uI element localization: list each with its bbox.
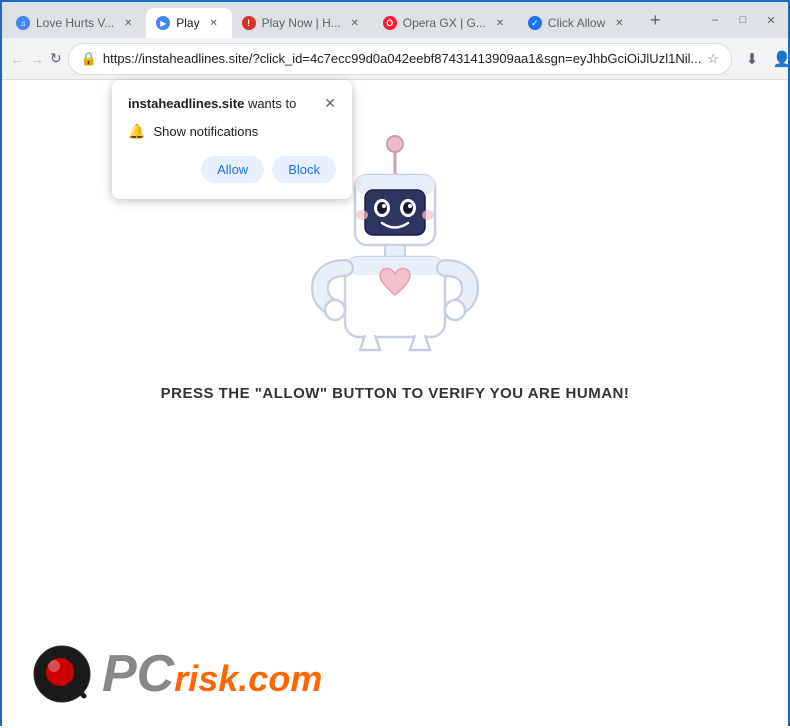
tab-close-3[interactable]: ✕ <box>347 15 363 31</box>
tab-favicon-4: O <box>383 16 397 30</box>
profile-button[interactable]: 👤 <box>768 45 790 73</box>
forward-button[interactable]: → <box>30 45 44 73</box>
bookmark-icon[interactable]: ☆ <box>707 51 719 67</box>
url-bar[interactable]: 🔒 https://instaheadlines.site/?click_id=… <box>68 43 732 75</box>
download-button[interactable]: ⬇ <box>738 45 766 73</box>
minimize-button[interactable]: – <box>702 7 728 33</box>
new-tab-button[interactable]: + <box>641 6 669 34</box>
tab-label-2: Play <box>176 16 199 30</box>
url-text: https://instaheadlines.site/?click_id=4c… <box>103 51 701 66</box>
tab-label-4: Opera GX | G... <box>403 16 486 30</box>
tab-click-allow[interactable]: ✓ Click Allow ✕ <box>518 8 637 38</box>
address-bar: ← → ↻ 🔒 https://instaheadlines.site/?cli… <box>2 38 788 80</box>
tab-opera[interactable]: O Opera GX | G... ✕ <box>373 8 518 38</box>
press-text: PRESS THE "ALLOW" BUTTON TO VERIFY YOU A… <box>161 385 630 402</box>
tab-close-5[interactable]: ✕ <box>611 15 627 31</box>
risk-text: risk.com <box>174 661 322 697</box>
tab-close-1[interactable]: ✕ <box>120 15 136 31</box>
pc-text: PC <box>102 648 174 700</box>
tab-favicon-1: ♫ <box>16 16 30 30</box>
tab-favicon-3: ! <box>242 16 256 30</box>
allow-button[interactable]: Allow <box>201 156 264 183</box>
tab-love-hurts[interactable]: ♫ Love Hurts V... ✕ <box>6 8 146 38</box>
bell-icon: 🔔 <box>128 123 145 140</box>
tab-close-2[interactable]: ✕ <box>206 15 222 31</box>
block-button[interactable]: Block <box>272 156 336 183</box>
window-close-button[interactable]: ✕ <box>758 7 784 33</box>
tab-close-4[interactable]: ✕ <box>492 15 508 31</box>
popup-wants-text: wants to <box>244 96 296 111</box>
popup-header: instaheadlines.site wants to ✕ <box>128 96 336 111</box>
lock-icon: 🔒 <box>81 51 97 67</box>
title-bar: ♫ Love Hurts V... ✕ ▶ Play ✕ ! Play Now … <box>2 2 788 38</box>
tab-label-5: Click Allow <box>548 16 605 30</box>
notification-popup: instaheadlines.site wants to ✕ 🔔 Show no… <box>112 80 352 199</box>
back-button[interactable]: ← <box>10 45 24 73</box>
tab-play[interactable]: ▶ Play ✕ <box>146 8 231 38</box>
popup-site-name: instaheadlines.site <box>128 96 244 111</box>
popup-title: instaheadlines.site wants to <box>128 96 296 111</box>
popup-notification-label: Show notifications <box>153 124 258 139</box>
refresh-button[interactable]: ↻ <box>50 45 62 73</box>
tab-favicon-2: ▶ <box>156 16 170 30</box>
popup-close-button[interactable]: ✕ <box>324 96 336 110</box>
pcrisk-footer: PCrisk.com <box>32 644 322 704</box>
tab-favicon-5: ✓ <box>528 16 542 30</box>
toolbar-icons: ⬇ 👤 ⋮ <box>738 45 790 73</box>
tab-play-now[interactable]: ! Play Now | H... ✕ <box>232 8 373 38</box>
popup-buttons: Allow Block <box>128 156 336 183</box>
tab-label-3: Play Now | H... <box>262 16 341 30</box>
pcrisk-text: PCrisk.com <box>102 648 322 700</box>
maximize-button[interactable]: □ <box>730 7 756 33</box>
popup-notification-row: 🔔 Show notifications <box>128 123 336 140</box>
pcrisk-logo-svg <box>32 644 92 704</box>
window-controls: – □ ✕ <box>702 7 784 33</box>
tab-label-1: Love Hurts V... <box>36 16 114 30</box>
